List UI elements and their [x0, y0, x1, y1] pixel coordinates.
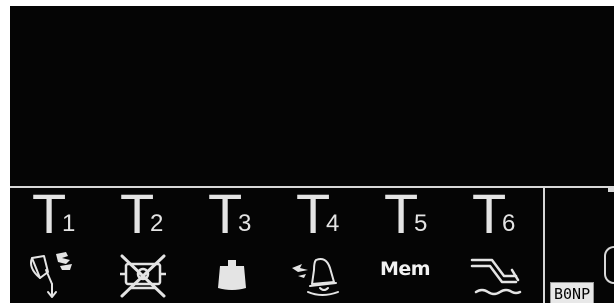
crossed-out-fan-icon: [110, 250, 176, 300]
softkey-label: T 1: [32, 186, 92, 242]
main-display-area: [10, 6, 614, 186]
horn-bell-icon: [22, 250, 88, 300]
status-code-label: B0NP: [550, 282, 595, 303]
softkey-label: T 4: [296, 186, 356, 242]
memory-label: Mem: [380, 258, 431, 280]
softkey-number: 6: [502, 210, 516, 237]
divider-tick: [608, 186, 614, 192]
softkey-number: 5: [414, 210, 428, 237]
softkey-label: T 2: [120, 186, 180, 242]
control-panel-screen: T 1 T 2 T 3 T 4 T 5 Mem T 6 B0NP: [10, 6, 614, 303]
softkey-t4[interactable]: T 4: [276, 186, 362, 303]
softkey-t3[interactable]: T 3: [188, 186, 274, 303]
memory-icon: Mem: [374, 250, 440, 300]
softkey-label: T 3: [208, 186, 268, 242]
softkey-t2[interactable]: T 2: [100, 186, 186, 303]
softkey-number: 4: [326, 210, 340, 237]
softkey-number: 3: [238, 210, 252, 237]
softkey-t5[interactable]: T 5 Mem: [364, 186, 450, 303]
level-water-icon: [462, 250, 528, 300]
softkey-label: T 6: [472, 186, 532, 242]
softkey-section-divider: [543, 188, 545, 303]
right-panel-knob-icon: [604, 246, 614, 284]
softkey-number: 2: [150, 210, 164, 237]
softkey-label: T 5: [384, 186, 444, 242]
alarm-bell-icon: [286, 250, 352, 300]
softkey-number: 1: [62, 210, 76, 237]
softkey-t1[interactable]: T 1: [12, 186, 98, 303]
softkey-t6[interactable]: T 6: [452, 186, 538, 303]
weight-icon: [198, 250, 264, 300]
